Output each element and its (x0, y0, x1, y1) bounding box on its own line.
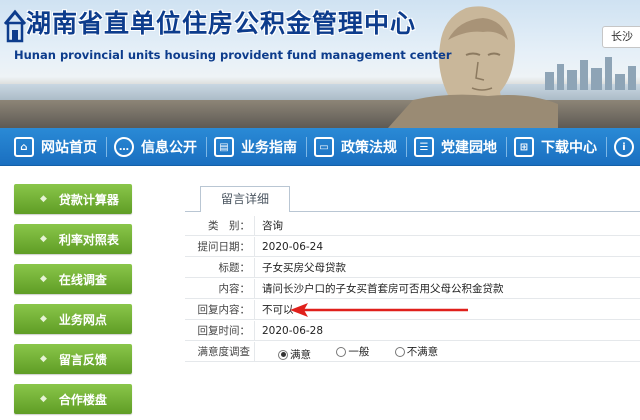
table-row: 回复时间： 2020-06-28 (185, 321, 640, 341)
row-value: 2020-06-24 (262, 241, 324, 253)
home-icon: ⌂ (14, 137, 34, 157)
header-banner: 湖南省直单位住房公积金管理中心 Hunan provincial units h… (0, 0, 640, 128)
bullet-icon: ◆ (40, 274, 47, 284)
table-row: 类 别： 咨询 (185, 216, 640, 236)
sidebar-item-label: 业务网点 (58, 312, 107, 327)
city-selector[interactable]: 长沙 (602, 26, 640, 48)
nav-item-info[interactable]: … 信息公开 (114, 128, 197, 166)
row-value: 不可以 (262, 304, 294, 316)
radio-unsatisfied[interactable]: 不满意 (394, 342, 439, 362)
sidebar-item-label: 合作楼盘 (58, 392, 107, 407)
row-value: 子女买房父母贷款 (262, 262, 346, 274)
nav-item-label: 业务指南 (241, 140, 297, 156)
site-title-english: Hunan provincial units housing provident… (14, 48, 452, 62)
radio-label: 满意 (290, 348, 311, 361)
row-label: 回复内容： (185, 300, 255, 320)
row-label: 提问日期： (185, 237, 255, 257)
bullet-icon: ◆ (40, 194, 47, 204)
nav-item-label: 网站首页 (41, 140, 97, 156)
bullet-icon: ◆ (40, 354, 47, 364)
radio-label: 一般 (348, 346, 370, 358)
satisfaction-row: 满意度调查 满意 一般 不满意 (185, 342, 640, 362)
radio-label: 不满意 (406, 346, 439, 358)
nav-item-policy[interactable]: ▭ 政策法规 (314, 128, 397, 166)
book-icon: ▤ (214, 137, 234, 157)
info-icon: i (614, 137, 634, 157)
table-row: 标题： 子女买房父母贷款 (185, 258, 640, 278)
radio-selected-icon (278, 349, 288, 360)
site-title: 湖南省直单位住房公积金管理中心 (26, 9, 417, 38)
bullet-icon: ◆ (40, 234, 47, 244)
sidebar-item-label: 留言反馈 (58, 352, 107, 367)
doc-icon: ▭ (314, 137, 334, 157)
row-label: 满意度调查 (185, 342, 255, 362)
radio-satisfied[interactable]: 满意 (278, 345, 311, 365)
sidebar-item-partner-estates[interactable]: ◆ 合作楼盘 (14, 384, 132, 414)
nav-item-label: 政策法规 (341, 140, 397, 156)
radio-unselected-icon (394, 347, 405, 357)
nav-item-download[interactable]: ⊞ 下载中心 (514, 128, 597, 166)
sidebar-item-branches[interactable]: ◆ 业务网点 (14, 304, 132, 334)
nav-item-label: 信息公开 (141, 140, 197, 156)
nav-item-label: 下载中心 (541, 140, 597, 156)
nav-item-guide[interactable]: ▤ 业务指南 (214, 128, 297, 166)
city-skyline-image (545, 55, 640, 90)
bullet-icon: ◆ (40, 314, 47, 324)
radio-neutral[interactable]: 一般 (336, 342, 369, 362)
sidebar-item-online-survey[interactable]: ◆ 在线调查 (14, 264, 132, 294)
nav-item-party[interactable]: ☰ 党建园地 (414, 128, 497, 166)
party-icon: ☰ (414, 137, 434, 157)
chat-icon: … (114, 137, 134, 157)
nav-item-home[interactable]: ⌂ 网站首页 (14, 128, 97, 166)
radio-unselected-icon (336, 347, 347, 357)
row-value: 请问长沙户口的子女买首套房可否用父母公积金贷款 (262, 283, 504, 295)
row-label: 回复时间： (185, 321, 255, 341)
red-arrow-annotation-icon (290, 303, 468, 317)
sidebar-item-rate-table[interactable]: ◆ 利率对照表 (14, 224, 132, 254)
table-row: 提问日期： 2020-06-24 (185, 237, 640, 257)
row-label: 类 别： (185, 216, 255, 236)
row-value: 2020-06-28 (262, 325, 324, 337)
row-label: 标题： (185, 258, 255, 278)
sidebar-item-loan-calculator[interactable]: ◆ 贷款计算器 (14, 184, 132, 214)
row-label: 内容： (185, 279, 255, 299)
nav-item-label: 党建园地 (441, 140, 497, 156)
nav-item-more[interactable]: i (614, 128, 640, 166)
main-nav: ⌂ 网站首页 … 信息公开 ▤ 业务指南 ▭ 政策法规 ☰ 党建园地 ⊞ 下载中… (0, 128, 640, 166)
sidebar-item-label: 利率对照表 (58, 232, 119, 247)
house-logo-icon (4, 9, 26, 43)
table-row: 内容： 请问长沙户口的子女买首套房可否用父母公积金贷款 (185, 279, 640, 299)
row-value: 咨询 (262, 220, 283, 232)
sidebar-item-feedback[interactable]: ◆ 留言反馈 (14, 344, 132, 374)
grid-icon: ⊞ (514, 137, 534, 157)
sidebar-item-label: 贷款计算器 (58, 192, 119, 207)
bullet-icon: ◆ (40, 394, 47, 404)
sidebar-item-label: 在线调查 (58, 272, 107, 287)
tab-message-detail[interactable]: 留言详细 (200, 186, 290, 212)
satisfaction-options: 满意 一般 不满意 (278, 342, 460, 362)
